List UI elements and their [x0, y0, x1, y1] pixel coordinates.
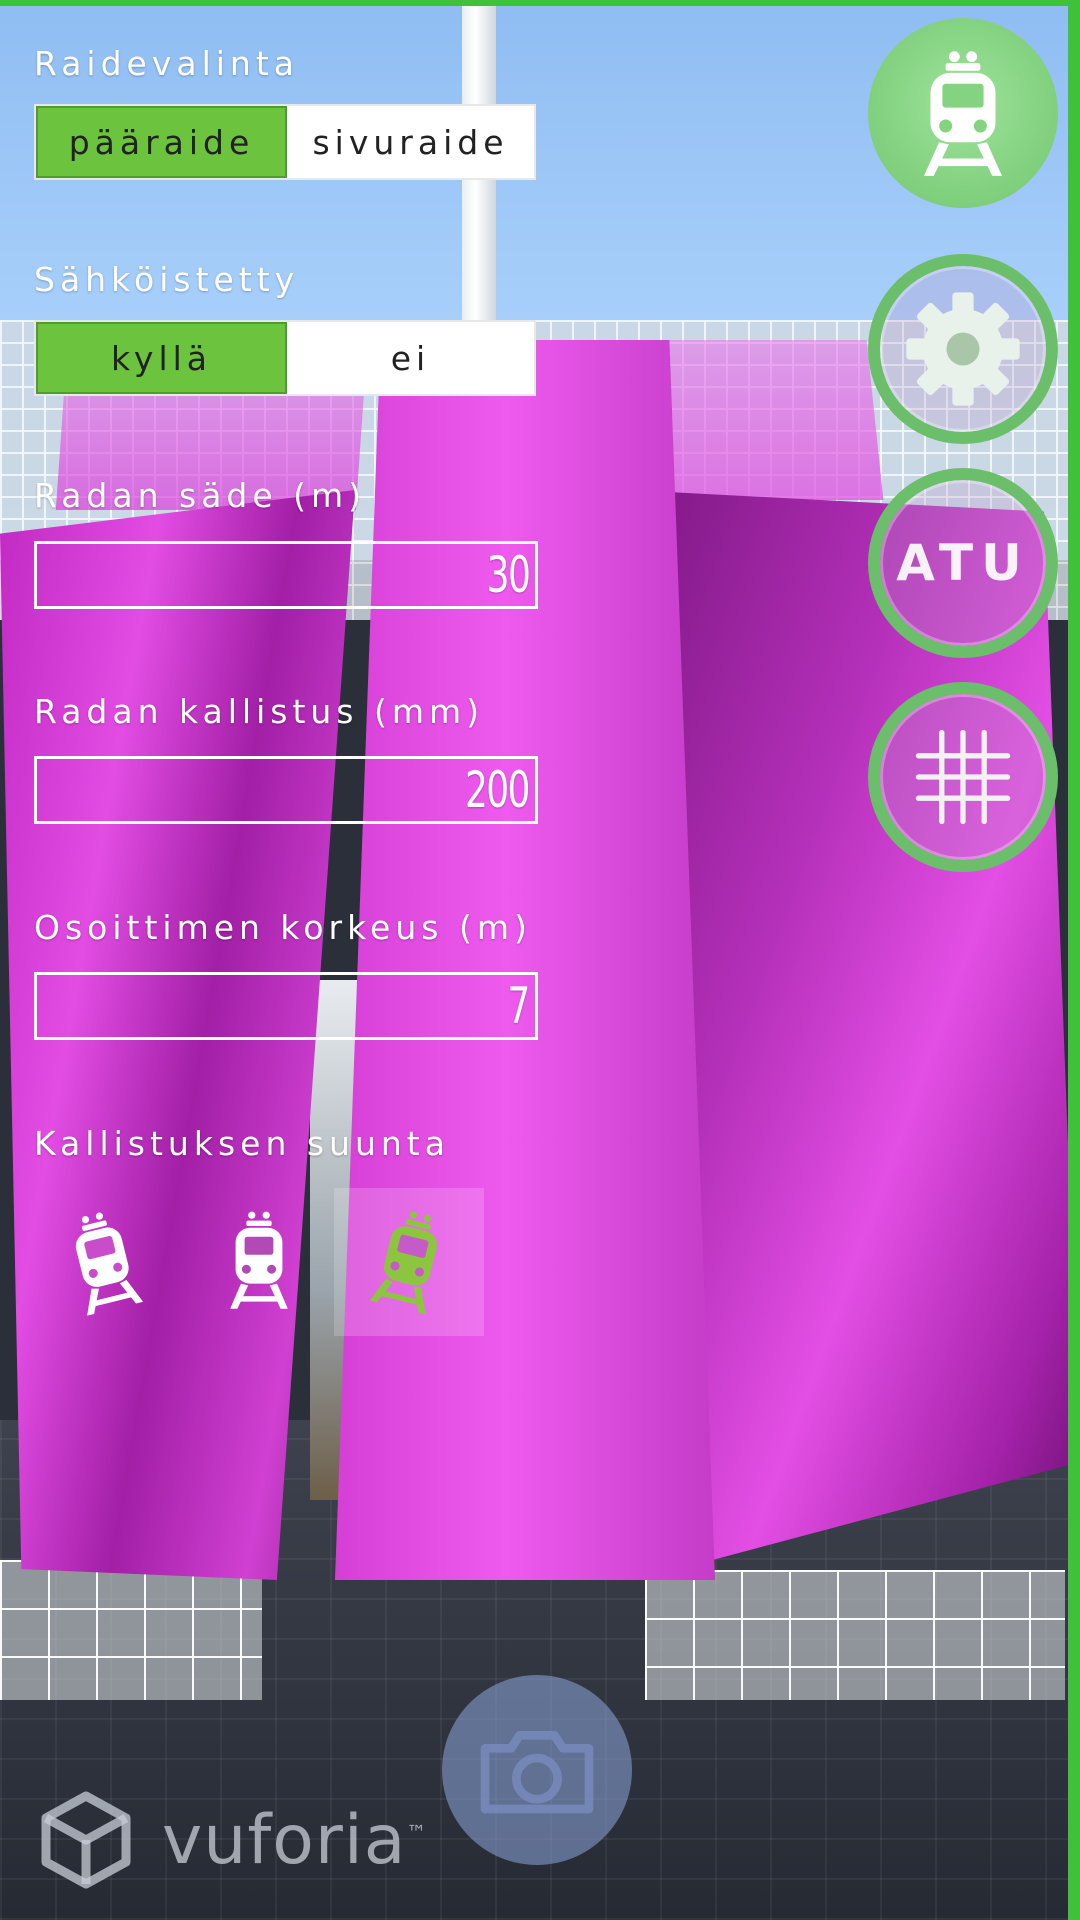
- vuforia-logo: vuforia™: [40, 1790, 427, 1890]
- atu-label: ATU: [896, 534, 1030, 592]
- electrified-selector: kyllä ei: [34, 320, 536, 396]
- frame-top: [0, 0, 1080, 6]
- train-level-icon: [230, 1211, 288, 1309]
- track-side-button[interactable]: sivuraide: [287, 106, 534, 178]
- gear-icon: [906, 292, 1020, 406]
- electrified-no-button[interactable]: ei: [287, 322, 534, 394]
- model-center-slab: [335, 340, 715, 1580]
- cant-input[interactable]: 200: [34, 756, 538, 824]
- grid-icon: [915, 729, 1011, 825]
- tilt-level-option[interactable]: [184, 1188, 334, 1336]
- radius-input[interactable]: 30: [34, 541, 538, 609]
- vuforia-cube-icon: [41, 1791, 131, 1889]
- settings-button[interactable]: [868, 254, 1058, 444]
- track-label: Raidevalinta: [34, 44, 300, 83]
- frame-right: [1068, 0, 1080, 1920]
- pointer-height-label: Osoittimen korkeus (m): [34, 908, 532, 947]
- pointer-height-value: 7: [507, 977, 531, 1035]
- camera-icon: [480, 1731, 594, 1814]
- cant-value: 200: [465, 761, 530, 819]
- cant-label: Radan kallistus (mm): [34, 692, 485, 731]
- radius-label: Radan säde (m): [34, 476, 367, 515]
- train-tilted-right-icon: [369, 1211, 437, 1315]
- train-mode-button[interactable]: [868, 18, 1058, 208]
- tiles-right: [645, 1570, 1065, 1700]
- tilt-right-option[interactable]: [334, 1188, 484, 1336]
- tiles-left: [0, 1560, 262, 1700]
- tilt-direction-selector: [34, 1188, 504, 1336]
- tilt-direction-label: Kallistuksen suunta: [34, 1124, 450, 1163]
- tilt-left-option[interactable]: [34, 1188, 184, 1336]
- vuforia-wordmark: vuforia™: [162, 1800, 428, 1880]
- atu-button[interactable]: ATU: [868, 468, 1058, 658]
- electrified-yes-button[interactable]: kyllä: [36, 322, 287, 394]
- track-selector: pääraide sivuraide: [34, 104, 536, 180]
- train-icon: [924, 51, 1002, 176]
- grid-toggle-button[interactable]: [868, 682, 1058, 872]
- track-main-button[interactable]: pääraide: [36, 106, 287, 178]
- electrified-label: Sähköistetty: [34, 260, 300, 299]
- radius-value: 30: [486, 546, 530, 604]
- pointer-height-input[interactable]: 7: [34, 972, 538, 1040]
- train-tilted-left-icon: [75, 1212, 144, 1316]
- camera-capture-button[interactable]: [442, 1675, 632, 1865]
